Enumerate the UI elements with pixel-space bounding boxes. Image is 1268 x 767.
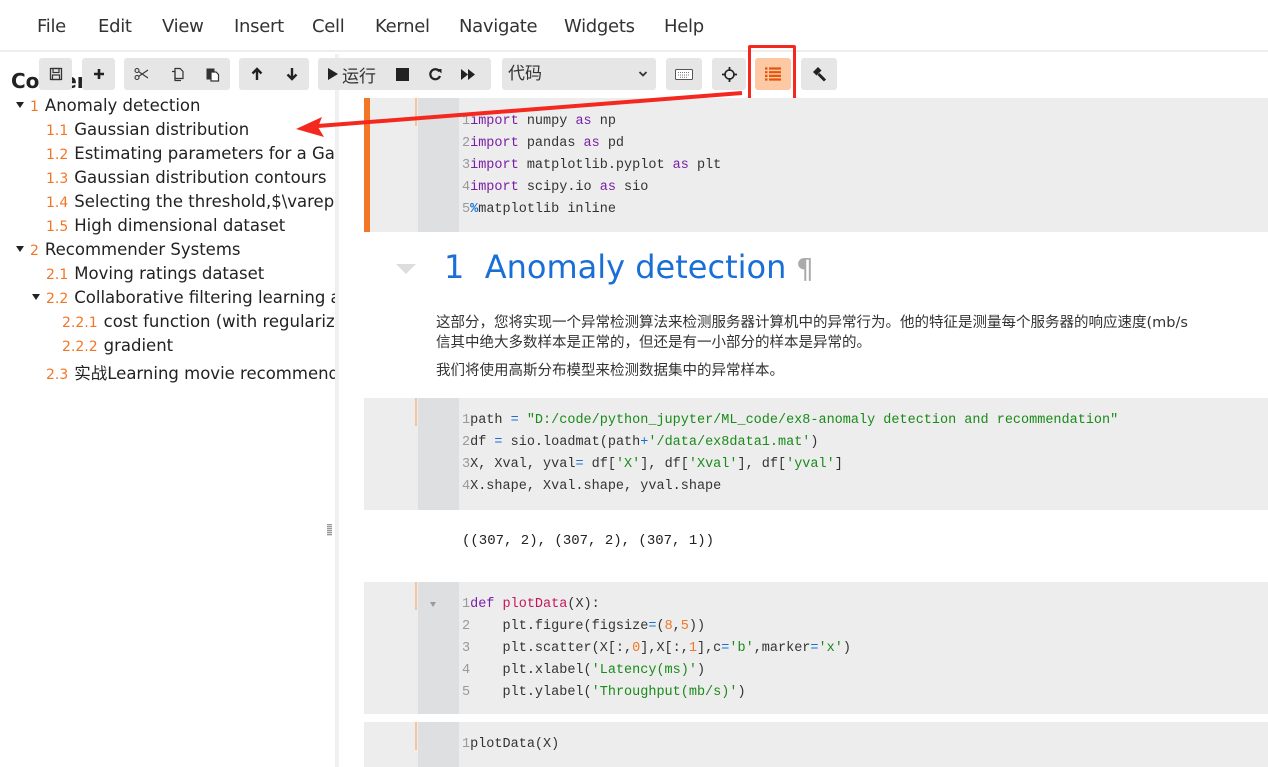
line-number-gutter [418,582,459,714]
code-cell-imports[interactable]: 1import numpy as np 2import pandas as pd 3… [364,98,1268,232]
code-cell-plotdata-call[interactable]: 1plotData(X) [364,722,1268,767]
plus-icon [92,67,106,81]
line-number-gutter [418,98,459,232]
code-line: 1plotData(X) [462,737,560,752]
section-heading: 1 Anomaly detection [444,248,787,286]
copy-icon[interactable] [170,67,185,82]
code-line: 3import matplotlib.pyplot as plt [462,158,722,173]
move-button-group [239,58,309,90]
paragraph: 我们将使用高斯分布模型来检测数据集中的异常样本。 [436,363,784,379]
sidebar-resize-handle[interactable] [327,524,332,536]
code-fold-icon[interactable] [430,602,436,607]
edit-button-group [124,58,230,90]
code-line: 1def plotData(X): [462,597,600,612]
code-line: 3 plt.scatter(X[:,0],X[:,1],c='b',marker… [462,641,851,656]
code-line: 2 plt.figure(figsize=(8,5)) [462,619,706,634]
menubar: File Edit View Insert Cell Kernel Naviga… [0,0,1268,52]
play-icon [327,67,339,81]
menu-widgets[interactable]: Widgets [564,16,635,37]
run-button[interactable]: 运行 [327,62,376,87]
heading-collapse-icon[interactable] [396,264,416,274]
menu-file[interactable]: File [37,16,66,37]
arrow-down-icon[interactable] [285,67,299,81]
code-line: 2import pandas as pd [462,136,625,151]
code-line: 4import scipy.io as sio [462,180,649,195]
code-line: 5%matplotlib inline [462,202,616,217]
cell-type-value: 代码 [508,64,542,84]
toc-item[interactable]: 2.2.1 cost function (with regulariza [62,312,335,331]
fast-forward-icon[interactable] [460,68,476,81]
cell-type-select[interactable]: 代码 [502,58,656,90]
navigate-button[interactable] [712,58,746,90]
paste-icon[interactable] [205,67,220,82]
code-cell-plotdata-def[interactable]: 1def plotData(X): 2 plt.figure(figsize=(8… [364,582,1268,714]
code-editor[interactable]: 1plotData(X) [462,734,559,756]
toc-item[interactable]: 1.5 High dimensional dataset [46,216,285,235]
code-line: 4X.shape, Xval.shape, yval.shape [462,479,722,494]
toc-item[interactable]: 1.3 Gaussian distribution contours [46,168,327,187]
cell-focus-bar [415,398,417,426]
toc-sidebar: Contents 1Anomaly detection 1.1Gaussian … [0,54,336,767]
restart-icon[interactable] [428,67,442,81]
cell-output: ((307, 2), (307, 2), (307, 1)) [462,533,715,549]
sidebar-divider [336,54,339,767]
collapse-caret-icon[interactable] [32,293,40,300]
toc-item[interactable]: 2 Recommender Systems [16,240,241,259]
toc-item[interactable]: 1 Anomaly detection [16,96,200,115]
code-line: 2df = sio.loadmat(path+'/data/ex8data1.m… [462,435,819,450]
stop-icon[interactable] [396,67,409,81]
menu-cell[interactable]: Cell [312,16,345,37]
menu-view[interactable]: View [162,16,204,37]
code-line: 1path = "D:/code/python_jupyter/ML_code/… [462,413,1119,428]
cell-focus-bar [415,722,417,750]
run-label: 运行 [342,66,376,87]
menu-help[interactable]: Help [664,16,704,37]
toc-item[interactable]: 2.2 Collaborative filtering learning a [32,288,335,307]
gavel-icon [811,66,827,82]
code-cell-loaddata[interactable]: 1path = "D:/code/python_jupyter/ML_code/… [364,398,1268,510]
run-button-group: 运行 [318,58,491,90]
paragraph-line: 这部分，您将实现一个异常检测算法来检测服务器计算机中的异常行为。他的特征是测量每… [436,315,1188,331]
code-line: 5 plt.ylabel('Throughput(mb/s)') [462,685,746,700]
cell-focus-bar [415,98,417,126]
code-editor[interactable]: 1path = "D:/code/python_jupyter/ML_code/… [462,410,1118,498]
cell-focus-bar [415,582,417,610]
code-line: 4 plt.xlabel('Latency(ms)') [462,663,706,678]
menu-kernel[interactable]: Kernel [375,16,430,37]
code-editor[interactable]: 1def plotData(X): 2 plt.figure(figsize=(8… [462,594,851,704]
save-button[interactable] [39,58,72,90]
keyboard-icon [675,68,693,80]
code-line: 1import numpy as np [462,114,616,129]
save-icon [49,67,63,81]
code-editor[interactable]: 1import numpy as np 2import pandas as pd 3… [462,111,721,221]
crosshairs-icon [721,66,737,82]
scissors-icon[interactable] [134,67,150,81]
collapse-caret-icon[interactable] [16,101,24,108]
menu-edit[interactable]: Edit [98,16,132,37]
toc-item[interactable]: 2.2.2 gradient [62,336,173,355]
command-palette-button[interactable] [666,58,702,90]
line-number-gutter [418,722,459,767]
code-line: 3X, Xval, yval= df['X'], df['Xval'], df[… [462,457,843,472]
toc-item[interactable]: 1.4 Selecting the threshold,$\vareps [46,192,335,211]
toc-item[interactable]: 2.3 实战Learning movie recommend [46,360,335,384]
anchor-link-icon[interactable]: ¶ [796,252,814,285]
hammer-button[interactable] [801,58,837,90]
toc-item[interactable]: 1.1 Gaussian distribution [46,120,249,139]
toc-item[interactable]: 2.1 Moving ratings dataset [46,264,264,283]
chevron-down-icon [638,58,648,102]
selected-cell-indicator [364,98,370,232]
menu-navigate[interactable]: Navigate [459,16,538,37]
arrow-up-icon[interactable] [250,67,264,81]
menu-insert[interactable]: Insert [234,16,284,37]
collapse-caret-icon[interactable] [16,245,24,252]
toc-item[interactable]: 1.2 Estimating parameters for a Gau [46,144,335,163]
line-number-gutter [418,398,459,510]
paragraph-line: 信其中绝大多数样本是正常的，但还是有一小部分的样本是异常的。 [436,335,871,351]
insert-cell-button[interactable] [82,58,115,90]
